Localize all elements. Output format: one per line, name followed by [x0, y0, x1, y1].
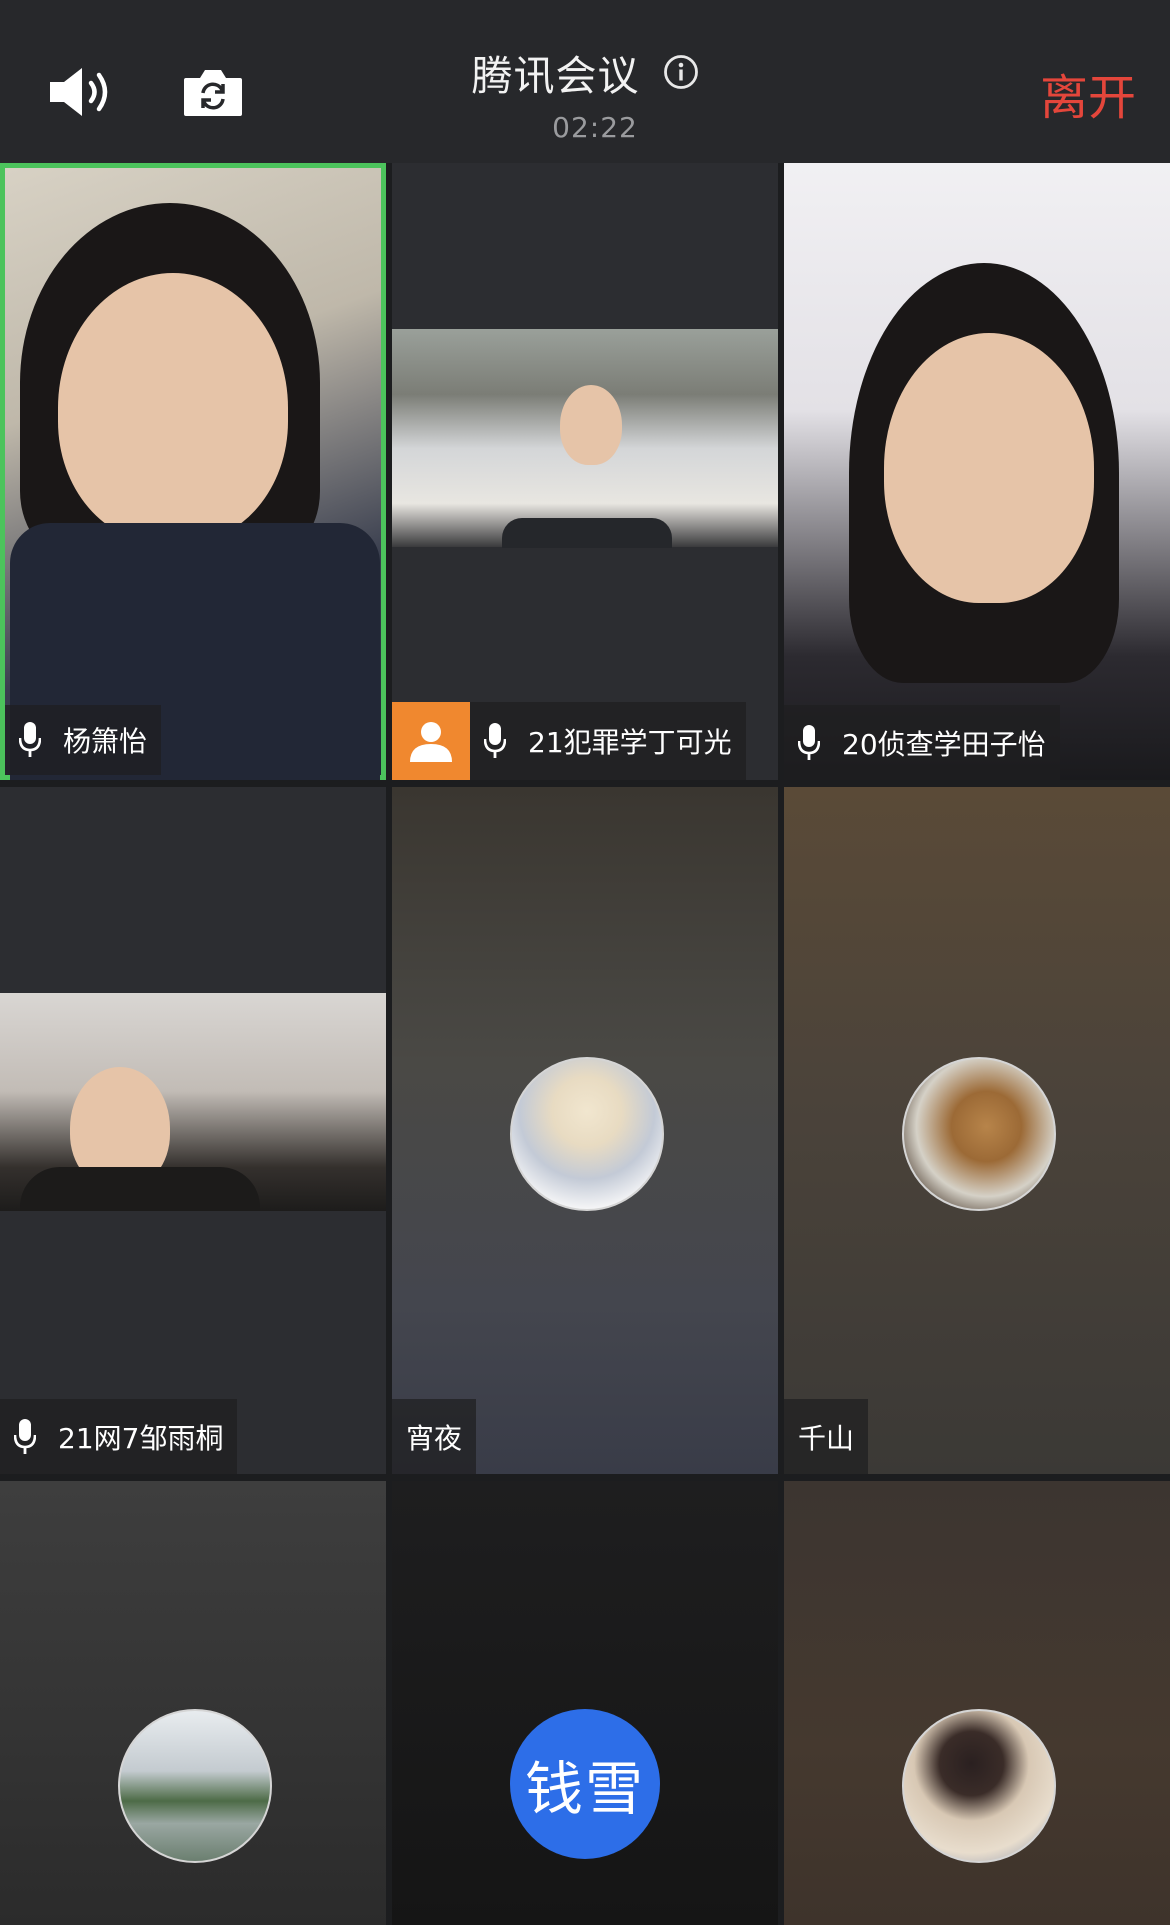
avatar [902, 1057, 1056, 1211]
participant-grid: 杨箫怡 21犯罪学丁可光 20侦查学田子怡 21网7邹雨桐 宵夜 千山 钱雪 [0, 163, 1170, 1925]
microphone-icon [14, 1418, 36, 1454]
top-bar: 腾讯会议 02:22 离开 [0, 0, 1170, 163]
microphone-icon [484, 723, 506, 758]
participant-face [884, 333, 1094, 603]
host-badge [392, 702, 470, 780]
microphone-icon [19, 722, 41, 757]
participant-name: 千山 [798, 1421, 855, 1455]
person-icon [410, 722, 452, 762]
participant-tile[interactable]: 钱雪 [392, 1481, 778, 1925]
participant-name-tag: 杨箫怡 [5, 705, 162, 775]
participant-name-tag: 21网7邹雨桐 [0, 1399, 238, 1474]
participant-tile[interactable]: 宵夜 [392, 787, 778, 1474]
meeting-timer: 02:22 [552, 111, 638, 144]
participant-name-tag: 千山 [784, 1399, 869, 1474]
participant-tile[interactable] [0, 1481, 386, 1925]
participant-tile[interactable]: 21犯罪学丁可光 [392, 163, 778, 780]
microphone-icon [798, 724, 820, 760]
participant-tile[interactable]: 20侦查学田子怡 [784, 163, 1170, 780]
participant-name: 20侦查学田子怡 [842, 727, 1046, 761]
participant-face [58, 273, 288, 543]
leave-button[interactable]: 离开 [1040, 58, 1136, 128]
participant-name: 杨箫怡 [63, 725, 148, 758]
page-title: 腾讯会议 [471, 52, 640, 100]
suit [502, 518, 672, 548]
participant-face [560, 385, 622, 465]
avatar [510, 1057, 664, 1211]
participant-tile[interactable]: 千山 [784, 787, 1170, 1474]
participant-name: 宵夜 [406, 1421, 463, 1455]
participant-tile[interactable]: 21网7邹雨桐 [0, 787, 386, 1474]
participant-name-tag: 21犯罪学丁可光 [470, 702, 746, 780]
participant-tile[interactable] [784, 1481, 1170, 1925]
info-icon[interactable] [663, 54, 699, 90]
meeting-title-area: 腾讯会议 [0, 42, 1170, 102]
participant-name: 21网7邹雨桐 [58, 1421, 224, 1455]
avatar [118, 1709, 272, 1863]
participant-tile[interactable]: 杨箫怡 [0, 163, 386, 780]
participant-name-tag: 20侦查学田子怡 [784, 705, 1060, 780]
jacket [20, 1167, 260, 1211]
participant-name: 21犯罪学丁可光 [528, 726, 732, 759]
avatar [902, 1709, 1056, 1863]
participant-name-tag: 宵夜 [392, 1399, 477, 1474]
initials-avatar: 钱雪 [510, 1709, 660, 1859]
